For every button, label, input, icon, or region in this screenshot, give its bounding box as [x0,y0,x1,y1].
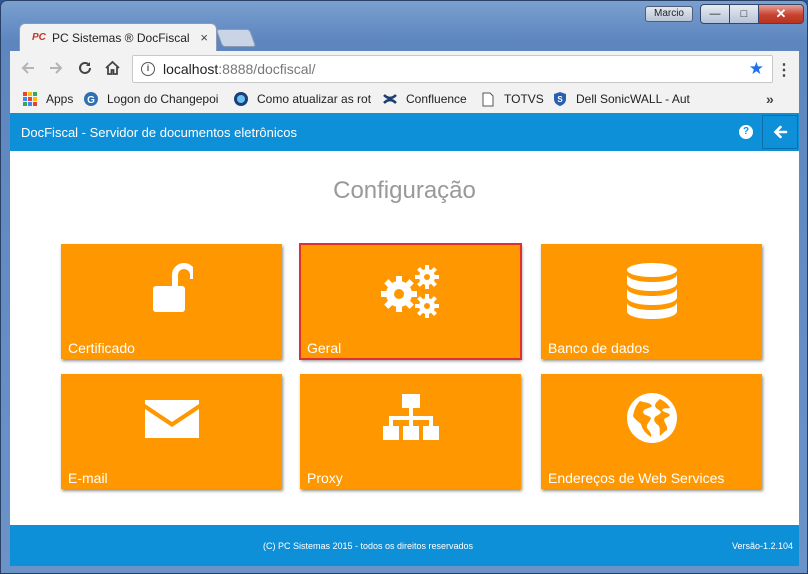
browser-toolbar: i localhost:8888/docfiscal/ ★ ⋮ Apps G L… [10,51,799,113]
browser-window: Marcio — □ ✕ PC PC Sistemas ® DocFiscal … [0,0,808,574]
envelope-icon [143,392,201,449]
back-arrow-icon[interactable] [20,60,36,81]
globe-icon [233,91,249,107]
bookmark-confluence[interactable]: Confluence [382,91,467,107]
address-bar[interactable]: i localhost:8888/docfiscal/ ★ [132,55,773,83]
minimize-button[interactable]: — [700,4,730,24]
maximize-button[interactable]: □ [729,4,759,24]
footer-version: Versão-1.2.104 [731,541,793,551]
bookmark-totvs[interactable]: TOTVS [480,91,544,107]
tab-title: PC Sistemas ® DocFiscal [52,30,190,45]
database-icon [626,262,678,325]
bookmark-apps[interactable]: Apps [22,91,73,107]
tile-proxy[interactable]: Proxy [300,374,521,489]
new-tab-button[interactable] [215,29,257,47]
app-header-title: DocFiscal - Servidor de documentos eletr… [21,124,298,140]
tile-geral[interactable]: Geral [299,243,522,360]
close-window-button[interactable]: ✕ [758,4,804,24]
help-icon[interactable]: ? [739,125,753,139]
tab-close-icon[interactable]: × [200,30,208,45]
apps-grid-icon [22,91,38,107]
tile-certificado[interactable]: Certificado [61,244,282,359]
app-header: DocFiscal - Servidor de documentos eletr… [10,113,799,151]
tile-e-mail[interactable]: E-mail [61,374,282,489]
tile-label: Endereços de Web Services [548,470,725,486]
tile-label: Proxy [307,470,343,486]
page-icon [480,91,496,107]
sitemap-icon [382,392,440,449]
browser-menu-icon[interactable]: ⋮ [776,60,792,80]
back-button[interactable] [762,115,798,149]
page-title: Configuração [333,177,476,204]
bookmark-changepoint[interactable]: G Logon do Changepoi [83,91,223,107]
svg-text:G: G [87,95,95,106]
changepoint-icon: G [83,91,99,107]
shield-icon: S [552,91,568,107]
tile-label: Banco de dados [548,340,650,356]
globe-icon [626,392,678,449]
forward-arrow-icon[interactable] [48,60,64,81]
app-page: DocFiscal - Servidor de documentos eletr… [10,113,799,566]
reload-icon[interactable] [77,60,93,81]
bookmark-como-atualizar[interactable]: Como atualizar as rot [233,91,373,107]
app-footer: (C) PC Sistemas 2015 - todos os direitos… [10,525,799,566]
tile-label: Geral [307,340,342,356]
info-icon[interactable]: i [141,62,155,76]
url-text: localhost:8888/docfiscal/ [163,61,316,77]
unlock-icon [151,262,196,321]
bookmark-star-icon[interactable]: ★ [749,59,764,79]
gears-icon [379,262,443,325]
pc-favicon-icon: PC [32,32,46,43]
browser-tab[interactable]: PC PC Sistemas ® DocFiscal × [19,23,217,51]
bookmarks-bar: Apps G Logon do Changepoi Como atualizar… [10,87,799,111]
tile-enderecos-web-services[interactable]: Endereços de Web Services [541,374,762,489]
window-controls: — □ ✕ [700,4,804,24]
tile-banco-de-dados[interactable]: Banco de dados [541,244,762,359]
arrow-left-icon [773,125,788,139]
bookmark-sonicwall[interactable]: S Dell SonicWALL - Aut [552,91,692,107]
confluence-icon [382,91,398,107]
tile-label: E-mail [68,470,108,486]
bookmarks-more-icon[interactable]: » [766,91,774,107]
svg-text:S: S [557,95,563,104]
footer-copyright: (C) PC Sistemas 2015 - todos os direitos… [262,541,474,551]
home-icon[interactable] [104,60,121,81]
window-user-badge: Marcio [645,6,693,22]
tile-label: Certificado [68,340,135,356]
